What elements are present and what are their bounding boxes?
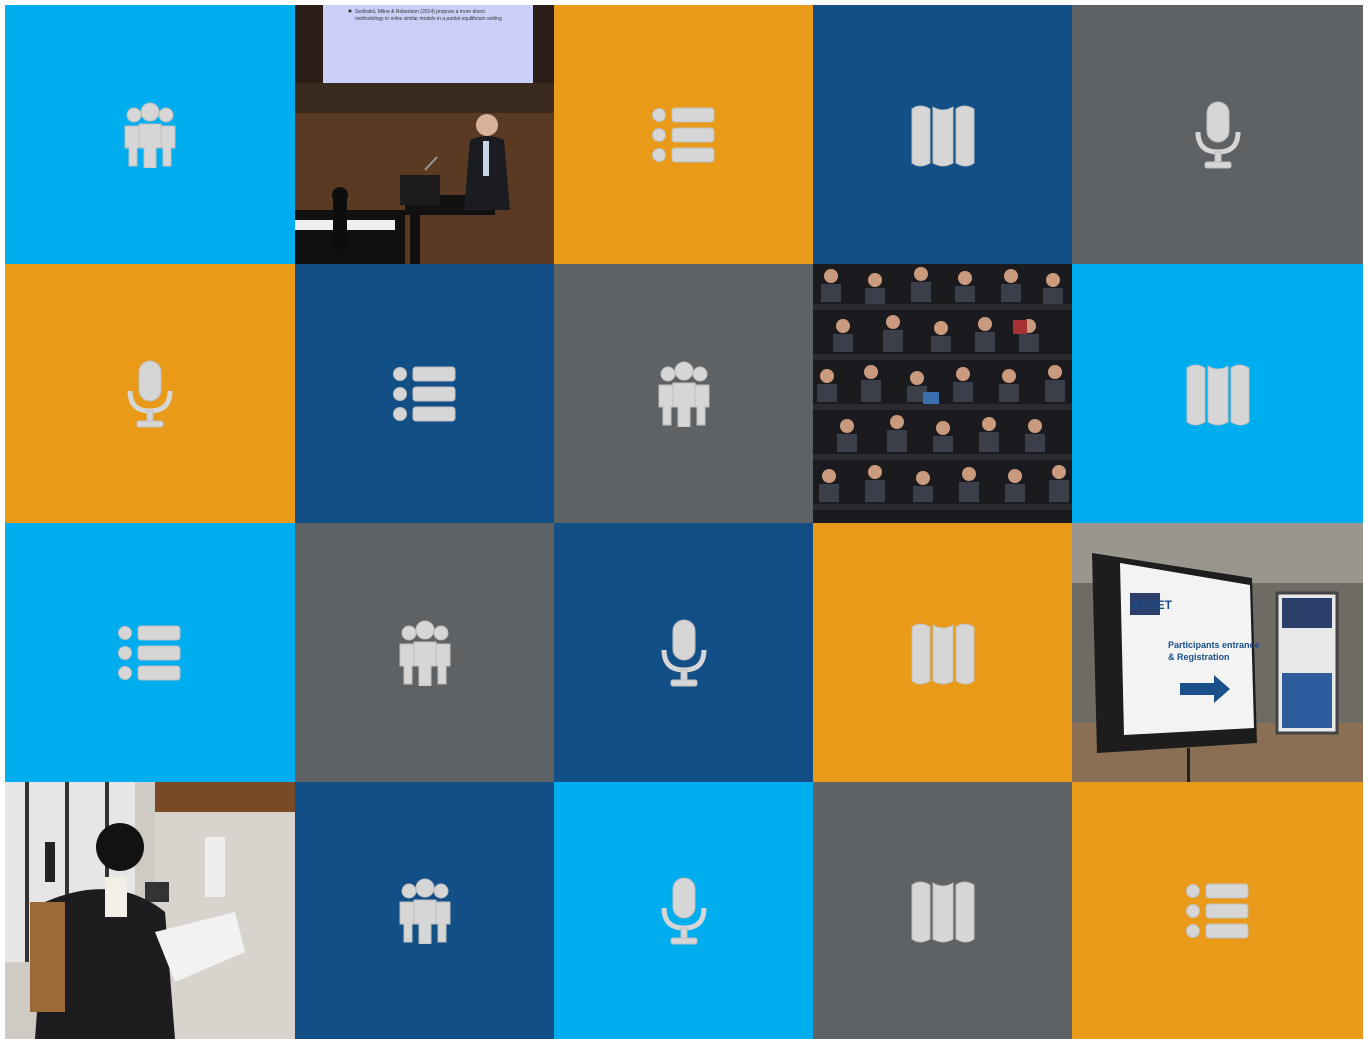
people-icon [657, 361, 711, 427]
tile-people[interactable] [5, 5, 295, 264]
tile-people[interactable] [295, 782, 554, 1039]
people-icon [398, 878, 452, 944]
list-icon [1185, 882, 1250, 940]
tile-map[interactable] [813, 5, 1072, 264]
list-icon [118, 624, 182, 682]
audience-photo [813, 264, 1072, 523]
tile-list[interactable] [5, 523, 295, 782]
tile-map[interactable] [813, 782, 1072, 1039]
tile-microphone[interactable] [1072, 5, 1363, 264]
people-icon [123, 102, 177, 168]
microphone-icon [661, 876, 707, 946]
tile-people[interactable] [554, 264, 813, 523]
map-icon [910, 879, 976, 943]
tile-list[interactable] [295, 264, 554, 523]
speaker-at-podium-photo: Sedinskii, Milne & Robertson (2014) prop… [295, 5, 554, 264]
tile-list[interactable] [1072, 782, 1363, 1039]
microphone-icon [127, 359, 173, 429]
slide-text-line2: methodology to solve similar models in a… [355, 16, 502, 22]
tile-microphone[interactable] [554, 523, 813, 782]
tile-people[interactable] [295, 523, 554, 782]
microphone-icon [661, 618, 707, 688]
tile-list[interactable] [554, 5, 813, 264]
microphone-icon [1195, 100, 1241, 170]
tile-microphone[interactable] [554, 782, 813, 1039]
attendee-reading-photo [5, 782, 295, 1039]
tile-grid: Sedinskii, Milne & Robertson (2014) prop… [5, 5, 1363, 1039]
list-icon [392, 365, 457, 423]
map-icon [910, 621, 976, 685]
slide-text-line1: Sedinskii, Milne & Robertson (2014) prop… [355, 9, 485, 15]
sign-line2: & Registration [1168, 652, 1230, 662]
sign-brand: ASSET [1132, 598, 1173, 612]
tile-map[interactable] [813, 523, 1072, 782]
list-icon [651, 106, 716, 164]
map-icon [1185, 362, 1251, 426]
tile-map[interactable] [1072, 264, 1363, 523]
people-icon [398, 620, 452, 686]
sign-line1: Participants entrance [1168, 640, 1260, 650]
map-icon [910, 103, 976, 167]
registration-sign-photo: ASSET Participants entrance & Registrati… [1072, 523, 1363, 782]
tile-microphone[interactable] [5, 264, 295, 523]
